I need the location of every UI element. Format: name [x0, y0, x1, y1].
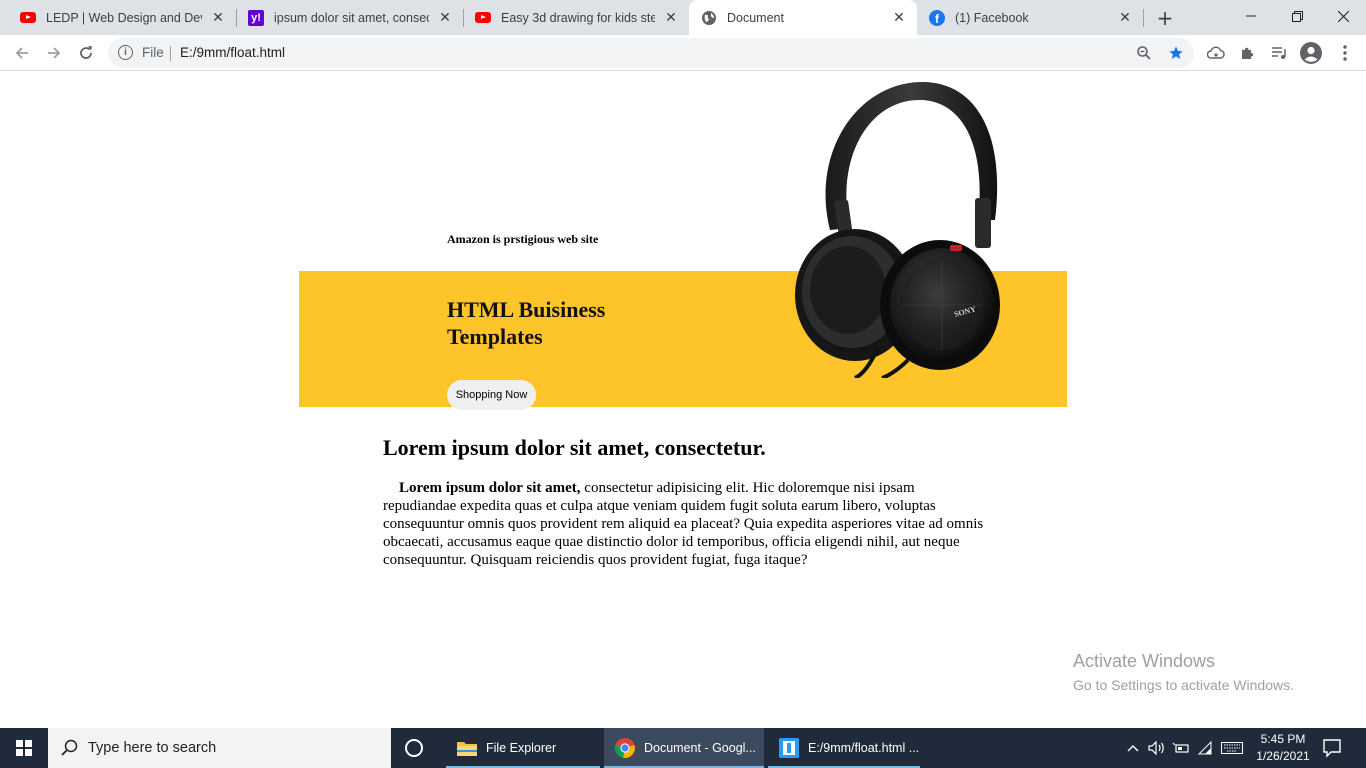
youtube-icon	[20, 10, 36, 26]
editor-icon	[779, 738, 799, 758]
shopping-now-button[interactable]: Shopping Now	[447, 380, 536, 410]
banner-title: HTML Buisiness Templates	[447, 297, 606, 349]
forward-button[interactable]	[40, 39, 68, 67]
zoom-icon[interactable]	[1134, 43, 1154, 63]
close-icon[interactable]: ✕	[437, 10, 453, 26]
article-heading: Lorem ipsum dolor sit amet, consectetur.	[383, 435, 766, 460]
tab-facebook[interactable]: f (1) Facebook ✕	[917, 0, 1143, 35]
keyboard-icon[interactable]	[1218, 728, 1246, 768]
tab-title: Document	[727, 10, 784, 25]
minimize-button[interactable]	[1228, 0, 1274, 32]
volume-icon[interactable]	[1146, 728, 1168, 768]
system-clock[interactable]: 5:45 PM 1/26/2021	[1252, 731, 1314, 765]
activate-windows-subtitle: Go to Settings to activate Windows.	[1073, 677, 1294, 693]
tab-title: ipsum dolor sit amet, consecte	[274, 10, 429, 25]
app-label: File Explorer	[486, 741, 557, 755]
battery-icon[interactable]	[1170, 728, 1192, 768]
info-icon[interactable]: i	[118, 45, 133, 60]
youtube-icon	[475, 10, 491, 26]
tab-document[interactable]: Document ✕	[689, 0, 917, 35]
web-page: Amazon is prstigious web site HTML Buisi…	[0, 72, 1366, 728]
back-button[interactable]	[8, 39, 36, 67]
close-icon[interactable]: ✕	[1117, 10, 1133, 26]
close-icon[interactable]: ✕	[891, 10, 907, 26]
tray-chevron-up-icon[interactable]	[1122, 728, 1144, 768]
menu-kebab-icon[interactable]	[1333, 41, 1357, 65]
app-label: E:/9mm/float.html ...	[808, 741, 920, 755]
notifications-icon[interactable]	[1320, 736, 1344, 760]
search-icon	[61, 739, 78, 756]
reload-button[interactable]	[72, 39, 100, 67]
new-tab-button[interactable]: +	[1153, 6, 1177, 30]
tab-title: Easy 3d drawing for kids step b	[501, 10, 655, 25]
browser-toolbar: i File E:/9mm/float.html	[0, 35, 1366, 71]
tagline: Amazon is prstigious web site	[447, 232, 599, 246]
taskbar-app-chrome[interactable]: Document - Googl...	[604, 728, 764, 768]
tab-3d-drawing[interactable]: Easy 3d drawing for kids step b ✕	[463, 0, 689, 35]
headphones-image: SONY	[795, 81, 1000, 378]
windows-logo-icon	[16, 740, 32, 756]
taskbar-app-file-explorer[interactable]: File Explorer	[446, 728, 600, 768]
close-icon[interactable]: ✕	[663, 10, 679, 26]
tab-title: LEDP | Web Design and Develo	[46, 10, 202, 25]
scheme-label: File	[142, 45, 164, 60]
close-icon[interactable]: ✕	[210, 10, 226, 26]
folder-icon	[457, 742, 477, 756]
facebook-icon: f	[929, 9, 945, 26]
bookmark-star-icon[interactable]	[1166, 43, 1186, 63]
clock-time: 5:45 PM	[1260, 732, 1306, 746]
restore-button[interactable]	[1274, 0, 1320, 32]
app-label: Document - Googl...	[644, 741, 756, 755]
extension-cloud-icon[interactable]	[1204, 41, 1228, 65]
yahoo-icon: y!	[248, 9, 264, 26]
tab-ledp[interactable]: LEDP | Web Design and Develo ✕	[0, 0, 236, 35]
media-queue-icon[interactable]	[1267, 41, 1291, 65]
globe-icon	[701, 10, 717, 26]
article-lead: Lorem ipsum dolor sit amet,	[399, 480, 581, 496]
cortana-icon[interactable]	[405, 739, 423, 757]
article-paragraph: Lorem ipsum dolor sit amet, consectetur …	[383, 479, 987, 569]
wifi-icon[interactable]	[1194, 728, 1216, 768]
tab-title: (1) Facebook	[955, 10, 1029, 25]
activate-windows-title: Activate Windows	[1073, 651, 1216, 671]
taskbar-search[interactable]: Type here to search	[48, 728, 391, 768]
extensions-puzzle-icon[interactable]	[1236, 41, 1260, 65]
chrome-icon	[614, 738, 635, 758]
profile-avatar-icon[interactable]	[1299, 41, 1323, 65]
close-window-button[interactable]	[1320, 0, 1366, 32]
search-placeholder: Type here to search	[88, 740, 217, 756]
clock-date: 1/26/2021	[1256, 749, 1310, 763]
tab-ipsum[interactable]: y! ipsum dolor sit amet, consecte ✕	[236, 0, 463, 35]
tab-strip: LEDP | Web Design and Develo ✕ y! ipsum …	[0, 0, 1366, 35]
taskbar-app-editor[interactable]: E:/9mm/float.html ...	[768, 728, 920, 768]
address-bar[interactable]: i File E:/9mm/float.html	[108, 38, 1194, 68]
start-button[interactable]	[0, 728, 48, 768]
url-text[interactable]: E:/9mm/float.html	[180, 45, 285, 60]
windows-taskbar: Type here to search File Explorer Docume…	[0, 728, 1366, 768]
